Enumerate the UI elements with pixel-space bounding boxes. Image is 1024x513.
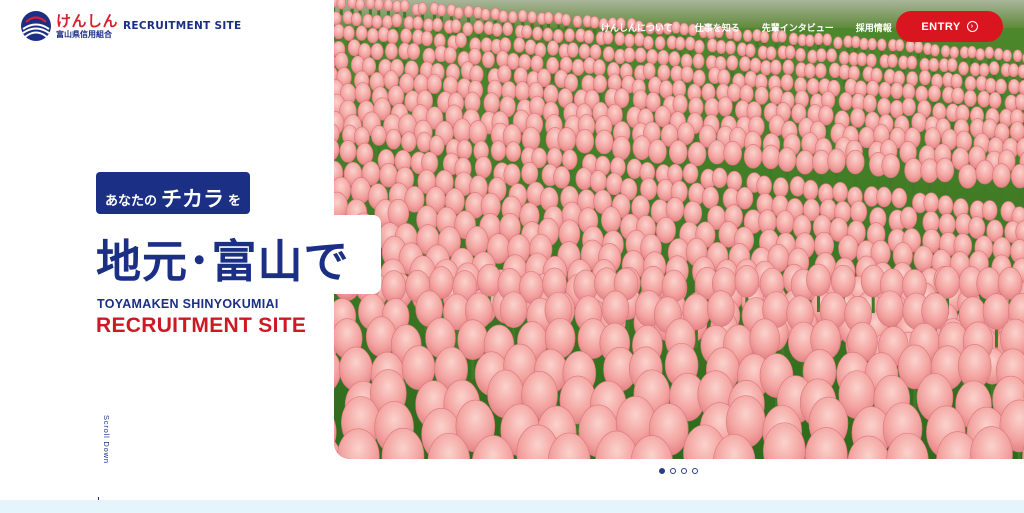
slider-dot[interactable] — [692, 468, 698, 474]
catch-tag-part2: チカラ — [161, 187, 225, 211]
hero-english-subtitle: TOYAMAKEN SHINYOKUMIAI — [97, 297, 279, 311]
next-section-band — [0, 500, 1024, 513]
entry-button-label: ENTRY — [921, 20, 961, 33]
nav-item-about[interactable]: けんしんについて — [601, 21, 673, 34]
slider-pagination — [659, 468, 703, 474]
site-label: RECRUITMENT SITE — [123, 20, 242, 32]
hero-headline: 地元･富山で — [96, 235, 350, 288]
global-nav: けんしんについて 仕事を知る 先輩インタビュー 採用情報 — [601, 21, 914, 34]
hero-image — [334, 0, 1024, 459]
slider-dot[interactable] — [681, 468, 687, 474]
slider-dot[interactable] — [659, 468, 665, 474]
entry-button[interactable]: ENTRY › — [896, 11, 1003, 42]
slider-dot[interactable] — [670, 468, 676, 474]
catch-tag: あなたの チカラ を — [96, 172, 251, 214]
site-logo[interactable]: けんしん 富山県信用組合 — [20, 10, 118, 42]
tulip-field-illustration — [334, 0, 1024, 459]
nav-item-recruit[interactable]: 採用情報 — [856, 21, 892, 34]
logo-name-kana: けんしん — [56, 11, 119, 30]
logo-name-full: 富山県信用組合 — [56, 29, 112, 39]
catch-tag-part1: あなたの — [105, 194, 158, 209]
kenshin-logo-icon — [21, 11, 51, 41]
nav-item-interview[interactable]: 先輩インタビュー — [762, 21, 834, 34]
catch-tag-part3: を — [228, 194, 242, 209]
nav-item-work[interactable]: 仕事を知る — [695, 21, 740, 34]
hero-english-title: RECRUITMENT SITE — [96, 314, 307, 337]
scroll-down-link[interactable]: Scroll Down — [102, 415, 111, 464]
arrow-circle-right-icon: › — [966, 21, 978, 32]
